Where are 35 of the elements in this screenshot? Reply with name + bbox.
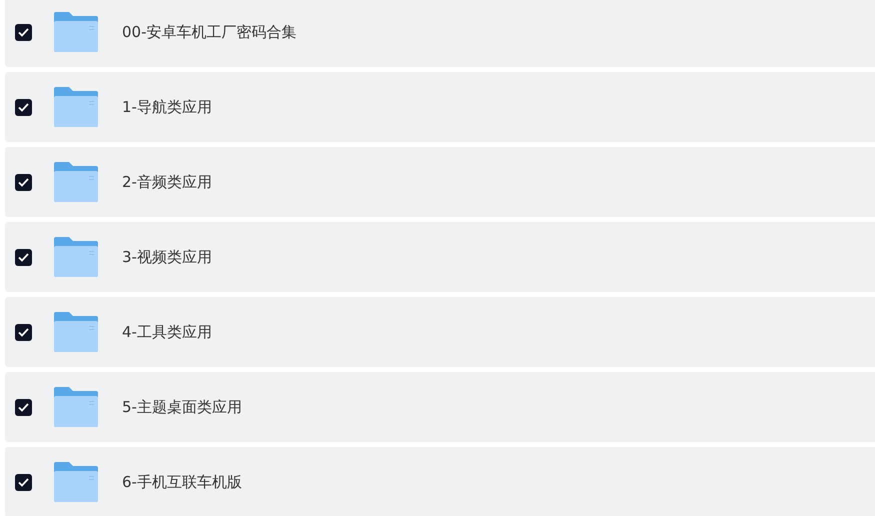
folder-row[interactable]: 00-安卓车机工厂密码合集 xyxy=(5,0,875,67)
folder-row[interactable]: 1-导航类应用 xyxy=(5,72,875,142)
folder-name: 00-安卓车机工厂密码合集 xyxy=(122,22,296,43)
check-icon xyxy=(18,328,29,336)
folder-name: 5-主题桌面类应用 xyxy=(122,396,242,418)
check-icon xyxy=(18,252,29,262)
folder-row[interactable]: 4-工具类应用 xyxy=(5,297,875,367)
checkbox[interactable] xyxy=(15,174,32,190)
folder-name: 4-工具类应用 xyxy=(122,322,212,343)
folder-icon xyxy=(53,86,99,128)
folder-icon xyxy=(53,161,99,203)
folder-row[interactable]: 3-视频类应用 xyxy=(5,222,875,292)
checkbox[interactable] xyxy=(15,248,32,266)
folder-row[interactable]: 5-主题桌面类应用 xyxy=(5,372,875,442)
folder-icon xyxy=(53,11,99,53)
check-icon xyxy=(18,402,29,412)
folder-name: 1-导航类应用 xyxy=(122,96,212,118)
folder-icon xyxy=(53,461,99,503)
check-icon xyxy=(18,478,29,486)
checkbox[interactable] xyxy=(15,98,32,116)
folder-row[interactable]: 2-音频类应用 xyxy=(5,147,875,217)
check-icon xyxy=(18,178,29,186)
check-icon xyxy=(18,102,29,112)
folder-icon xyxy=(53,311,99,353)
folder-icon xyxy=(53,236,99,278)
checkbox[interactable] xyxy=(15,398,32,416)
checkbox[interactable] xyxy=(15,24,32,40)
check-icon xyxy=(18,28,29,36)
folder-icon xyxy=(53,386,99,428)
folder-name: 2-音频类应用 xyxy=(122,172,212,193)
folder-row[interactable]: 6-手机互联车机版 xyxy=(5,447,875,516)
folder-name: 6-手机互联车机版 xyxy=(122,472,242,493)
checkbox[interactable] xyxy=(15,474,32,490)
folder-name: 3-视频类应用 xyxy=(122,246,212,268)
checkbox[interactable] xyxy=(15,324,32,340)
